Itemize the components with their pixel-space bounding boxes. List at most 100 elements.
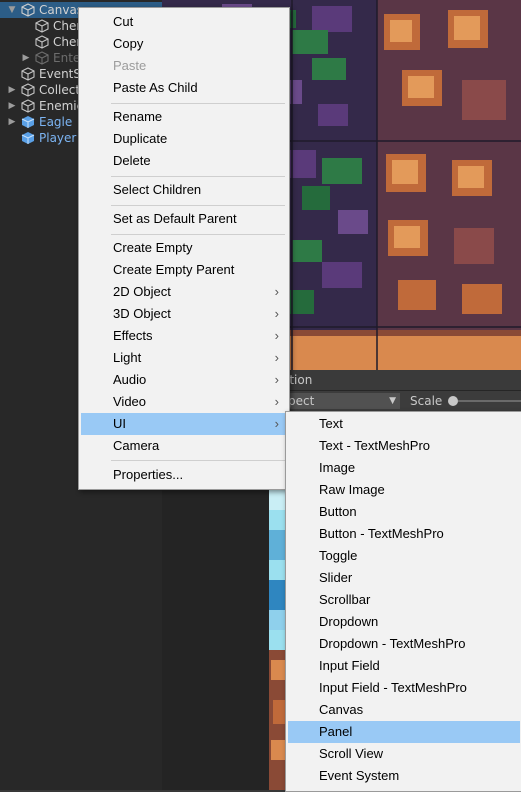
menu-item-paste-as-child[interactable]: Paste As Child — [81, 77, 287, 99]
menu-item-label: Create Empty — [113, 240, 193, 255]
menu-item-2d-object[interactable]: 2D Object › — [81, 281, 287, 303]
ui-submenu: Text Text - TextMeshPro Image Raw Image … — [285, 411, 521, 792]
prefab-cube-icon — [21, 131, 35, 149]
hierarchy-context-menu: Cut Copy Paste Paste As Child Rename Dup… — [78, 7, 290, 490]
menu-item-light[interactable]: Light › — [81, 347, 287, 369]
scale-slider-track[interactable] — [458, 400, 521, 402]
aspect-dropdown[interactable]: pect ▼ — [282, 393, 400, 409]
menu-item-label: Button — [319, 504, 357, 519]
menu-item-label: Input Field - TextMeshPro — [319, 680, 467, 695]
submenu-item-button[interactable]: Button — [288, 501, 520, 523]
rock-tiles — [377, 0, 521, 330]
menu-item-label: 3D Object — [113, 306, 171, 321]
menu-item-label: Create Empty Parent — [113, 262, 235, 277]
submenu-item-text[interactable]: Text — [288, 413, 520, 435]
menu-item-label: Input Field — [319, 658, 380, 673]
menu-item-label: Paste As Child — [113, 80, 198, 95]
hierarchy-item-label: Canvas — [39, 3, 84, 17]
menu-item-cut[interactable]: Cut — [81, 11, 287, 33]
scale-label: Scale — [410, 394, 443, 408]
menu-item-rename[interactable]: Rename — [81, 106, 287, 128]
aspect-dropdown-value: pect — [288, 394, 315, 408]
menu-item-3d-object[interactable]: 3D Object › — [81, 303, 287, 325]
menu-item-label: Scroll View — [319, 746, 384, 761]
expand-arrow-icon[interactable]: ▶ — [7, 82, 17, 98]
menu-item-delete[interactable]: Delete — [81, 150, 287, 172]
menu-item-label: Paste — [113, 58, 147, 73]
submenu-item-scroll-view[interactable]: Scroll View — [288, 743, 520, 765]
hierarchy-item-label: Collect — [39, 83, 81, 97]
menu-item-label: Rename — [113, 109, 163, 124]
submenu-item-slider[interactable]: Slider — [288, 567, 520, 589]
submenu-item-dropdown[interactable]: Dropdown — [288, 611, 520, 633]
submenu-item-input-field-tmp[interactable]: Input Field - TextMeshPro — [288, 677, 520, 699]
submenu-item-canvas[interactable]: Canvas — [288, 699, 520, 721]
submenu-item-event-system[interactable]: Event System — [288, 765, 520, 787]
menu-item-label: Slider — [319, 570, 353, 585]
menu-item-label: Dropdown - TextMeshPro — [319, 636, 466, 651]
menu-item-duplicate[interactable]: Duplicate — [81, 128, 287, 150]
expand-arrow-icon[interactable]: ▼ — [7, 2, 17, 18]
chevron-right-icon: › — [274, 372, 279, 387]
menu-item-label: Copy — [113, 36, 144, 51]
hierarchy-item-label: Player — [39, 131, 77, 145]
menu-item-label: Scrollbar — [319, 592, 371, 607]
menu-item-create-empty-parent[interactable]: Create Empty Parent — [81, 259, 287, 281]
chevron-right-icon: › — [274, 350, 279, 365]
menu-item-label: Properties... — [113, 467, 184, 482]
submenu-item-toggle[interactable]: Toggle — [288, 545, 520, 567]
hierarchy-item-label: EventS — [39, 67, 81, 81]
submenu-item-scrollbar[interactable]: Scrollbar — [288, 589, 520, 611]
menu-item-label: Effects — [113, 328, 153, 343]
menu-item-label: Raw Image — [319, 482, 385, 497]
menu-item-label: 2D Object — [113, 284, 171, 299]
menu-item-label: Duplicate — [113, 131, 168, 146]
hierarchy-item-label: Eagle — [39, 115, 73, 129]
menu-separator — [111, 103, 285, 104]
menu-item-label: Audio — [113, 372, 147, 387]
menu-item-label: Camera — [113, 438, 160, 453]
menu-item-audio[interactable]: Audio › — [81, 369, 287, 391]
menu-item-label: UI — [113, 416, 126, 431]
menu-separator — [111, 460, 285, 461]
menu-item-label: Video — [113, 394, 147, 409]
menu-item-effects[interactable]: Effects › — [81, 325, 287, 347]
submenu-item-raw-image[interactable]: Raw Image — [288, 479, 520, 501]
menu-item-label: Image — [319, 460, 356, 475]
menu-item-properties[interactable]: Properties... — [81, 464, 287, 486]
menu-item-paste: Paste — [81, 55, 287, 77]
expand-arrow-icon[interactable]: ▶ — [7, 98, 17, 114]
submenu-item-panel[interactable]: Panel — [288, 721, 520, 743]
menu-item-label: Text - TextMeshPro — [319, 438, 431, 453]
menu-item-ui[interactable]: UI › — [81, 413, 287, 435]
submenu-item-dropdown-tmp[interactable]: Dropdown - TextMeshPro — [288, 633, 520, 655]
menu-separator — [111, 176, 285, 177]
expand-arrow-icon[interactable]: ▶ — [7, 114, 17, 130]
menu-item-label: Delete — [113, 153, 151, 168]
submenu-item-button-tmp[interactable]: Button - TextMeshPro — [288, 523, 520, 545]
submenu-item-input-field[interactable]: Input Field — [288, 655, 520, 677]
menu-item-label: Set as Default Parent — [113, 211, 237, 226]
chevron-right-icon: › — [274, 416, 279, 431]
menu-item-select-children[interactable]: Select Children — [81, 179, 287, 201]
menu-item-label: Event System — [319, 768, 400, 783]
menu-item-create-empty[interactable]: Create Empty — [81, 237, 287, 259]
menu-item-copy[interactable]: Copy — [81, 33, 287, 55]
expand-arrow-icon[interactable]: ▶ — [21, 50, 31, 66]
submenu-item-text-tmp[interactable]: Text - TextMeshPro — [288, 435, 520, 457]
menu-item-label: Cut — [113, 14, 134, 29]
menu-item-camera[interactable]: Camera — [81, 435, 287, 457]
menu-item-label: Select Children — [113, 182, 202, 197]
menu-separator — [111, 234, 285, 235]
chevron-down-icon: ▼ — [389, 396, 396, 406]
chevron-right-icon: › — [274, 394, 279, 409]
scale-slider-knob[interactable] — [448, 396, 458, 406]
chevron-right-icon: › — [274, 328, 279, 343]
menu-item-label: Panel — [319, 724, 353, 739]
submenu-item-image[interactable]: Image — [288, 457, 520, 479]
menu-item-label: Light — [113, 350, 142, 365]
menu-item-label: Button - TextMeshPro — [319, 526, 444, 541]
menu-item-video[interactable]: Video › — [81, 391, 287, 413]
menu-item-set-default-parent[interactable]: Set as Default Parent — [81, 208, 287, 230]
hierarchy-item-label: Ente — [53, 51, 81, 65]
